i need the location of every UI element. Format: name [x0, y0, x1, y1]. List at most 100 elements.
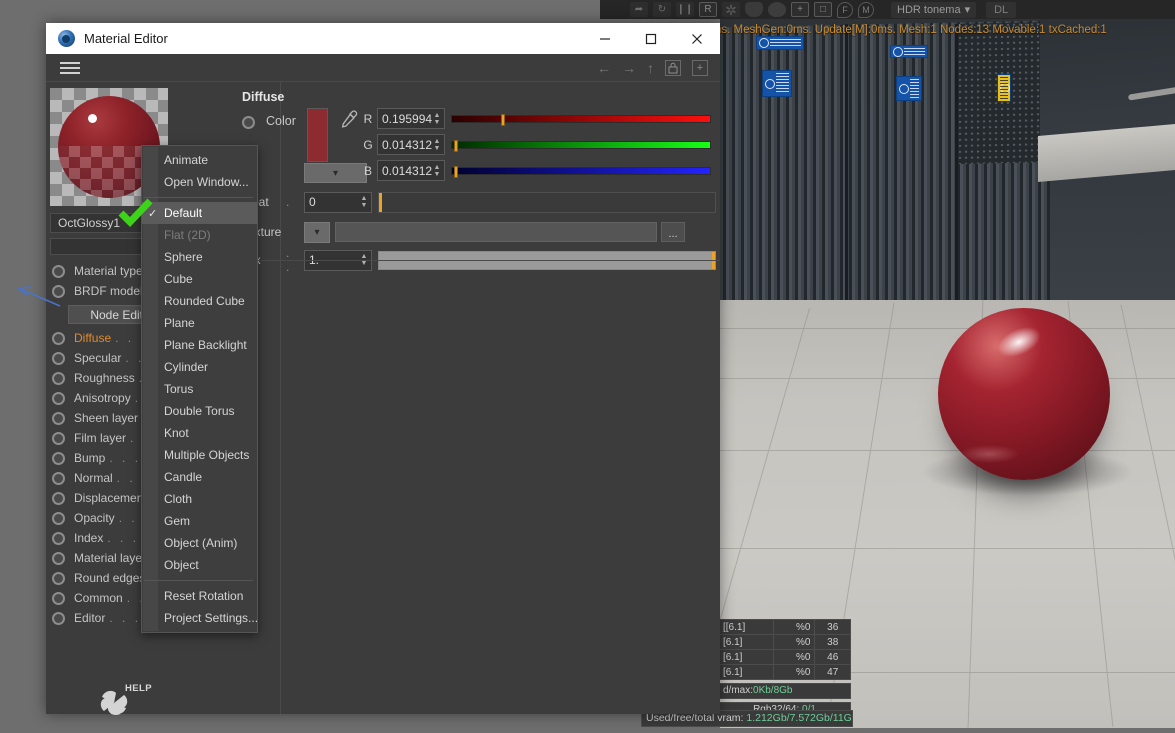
- menu-separator-2: [144, 580, 253, 581]
- menu-item-gem[interactable]: Gem: [142, 510, 257, 532]
- back-arrow-icon[interactable]: ←: [597, 61, 611, 75]
- lock-icon[interactable]: [665, 59, 681, 76]
- spinner-icon[interactable]: ▲ ▼: [432, 162, 442, 179]
- channel-slider-r[interactable]: [451, 113, 711, 126]
- texture-browse-button[interactable]: ...: [661, 222, 685, 242]
- color-label: Color: [266, 114, 296, 128]
- radio-icon[interactable]: [52, 264, 65, 278]
- radio-icon[interactable]: [52, 391, 65, 405]
- spinner-icon[interactable]: ▲ ▼: [432, 110, 442, 127]
- menu-item-animate[interactable]: Animate: [142, 149, 257, 171]
- add-object-icon[interactable]: +: [791, 2, 809, 17]
- menu-item-open-window[interactable]: Open Window...: [142, 171, 257, 193]
- maximize-button[interactable]: [628, 23, 674, 54]
- menu-item-knot[interactable]: Knot: [142, 422, 257, 444]
- refresh-icon[interactable]: ↻: [653, 2, 671, 17]
- sidebar-item-label: Displacement: [74, 491, 147, 505]
- viewport-toolbar[interactable]: ➦ ↻ ❙❙ R ✲ + □ F M HDR tonema ▾ DL: [600, 0, 1175, 19]
- menu-item-candle[interactable]: Candle: [142, 466, 257, 488]
- color-swatch[interactable]: [307, 108, 328, 162]
- forward-arrow-icon[interactable]: →: [622, 61, 636, 75]
- menu-item-double-torus[interactable]: Double Torus: [142, 400, 257, 422]
- stats-cell-num: 47: [814, 664, 851, 680]
- minimize-button[interactable]: [582, 23, 628, 54]
- channel-slider-g[interactable]: [451, 139, 711, 152]
- preview-context-menu[interactable]: Animate Open Window... ✓ Default Flat (2…: [141, 145, 258, 633]
- editor-toolbar[interactable]: ← → ↑ +: [46, 54, 720, 82]
- menu-item-object[interactable]: Object: [142, 554, 257, 576]
- menu-item-reset-rotation[interactable]: Reset Rotation: [142, 585, 257, 607]
- object-icon[interactable]: □: [814, 2, 832, 17]
- float-input[interactable]: 0 ▲ ▼: [304, 191, 372, 213]
- radio-icon[interactable]: [52, 451, 65, 465]
- color-mode-dropdown[interactable]: ▾: [304, 163, 367, 183]
- slider-knob[interactable]: [379, 192, 382, 212]
- radio-icon[interactable]: [52, 411, 65, 425]
- radio-icon[interactable]: [52, 551, 65, 565]
- menu-item-cloth[interactable]: Cloth: [142, 488, 257, 510]
- stats-cell-name: [6.1]: [717, 634, 775, 650]
- menu-item-cylinder[interactable]: Cylinder: [142, 356, 257, 378]
- float-slider[interactable]: [378, 191, 716, 213]
- material-preview-icon[interactable]: [768, 2, 786, 17]
- chevron-down-icon: ▾: [332, 167, 339, 179]
- radio-icon[interactable]: [52, 331, 65, 345]
- editor-toolbar-right[interactable]: ← → ↑ +: [597, 59, 712, 76]
- sign-text-lines: [776, 73, 789, 94]
- menu-item-multiple-objects[interactable]: Multiple Objects: [142, 444, 257, 466]
- spinner-icon[interactable]: ▲ ▼: [359, 194, 369, 211]
- sign-text-lines: [910, 79, 919, 98]
- viewport-red-sphere[interactable]: [938, 308, 1110, 480]
- slider-knob[interactable]: [501, 113, 505, 126]
- menu-item-object-anim[interactable]: Object (Anim): [142, 532, 257, 554]
- slider-knob[interactable]: [454, 139, 458, 152]
- radio-icon[interactable]: [52, 511, 65, 525]
- radio-icon[interactable]: [52, 571, 65, 585]
- window-controls[interactable]: [582, 23, 720, 54]
- help-button[interactable]: HELP: [96, 683, 152, 719]
- up-arrow-icon[interactable]: ↑: [647, 61, 654, 75]
- radio-icon[interactable]: [52, 371, 65, 385]
- texture-field[interactable]: [335, 222, 657, 242]
- radio-icon-color[interactable]: [242, 116, 255, 129]
- stats-memory-row: d/max:0Kb/8Gb: [718, 683, 851, 699]
- menu-item-project-settings[interactable]: Project Settings...: [142, 607, 258, 629]
- channel-input-b[interactable]: 0.014312 ▲ ▼: [377, 160, 445, 181]
- menu-item-sphere[interactable]: Sphere: [142, 246, 257, 268]
- menu-item-default[interactable]: ✓ Default: [142, 202, 257, 224]
- slider-knob[interactable]: [454, 165, 458, 178]
- channel-slider-b[interactable]: [451, 165, 711, 178]
- menu-item-plane[interactable]: Plane: [142, 312, 257, 334]
- spinner-icon[interactable]: ▲ ▼: [432, 136, 442, 153]
- environment-icon[interactable]: [745, 2, 763, 17]
- camera-icon[interactable]: ➦: [630, 2, 648, 17]
- tonemap-dropdown[interactable]: HDR tonema ▾: [891, 1, 977, 18]
- window-titlebar[interactable]: Material Editor: [46, 23, 720, 54]
- material-pin-icon[interactable]: M: [858, 1, 874, 18]
- channel-input-g[interactable]: 0.014312 ▲ ▼: [377, 134, 445, 155]
- region-render-icon[interactable]: R: [699, 2, 717, 17]
- menu-item-plane-backlight[interactable]: Plane Backlight: [142, 334, 257, 356]
- radio-icon[interactable]: [52, 491, 65, 505]
- radio-icon[interactable]: [52, 531, 65, 545]
- focus-pin-icon[interactable]: F: [837, 1, 853, 18]
- radio-icon[interactable]: [52, 351, 65, 365]
- menu-item-cube[interactable]: Cube: [142, 268, 257, 290]
- channel-input-r[interactable]: 0.195994 ▲ ▼: [377, 108, 445, 129]
- viewport-sign-5: [997, 74, 1011, 102]
- radio-icon[interactable]: [52, 471, 65, 485]
- radio-icon[interactable]: [52, 284, 65, 298]
- radio-icon[interactable]: [52, 611, 65, 625]
- radio-icon[interactable]: [52, 431, 65, 445]
- radio-icon[interactable]: [52, 591, 65, 605]
- close-button[interactable]: [674, 23, 720, 54]
- sun-icon[interactable]: ✲: [722, 2, 740, 17]
- texture-type-dropdown[interactable]: ▾: [304, 221, 330, 243]
- menu-item-rounded-cube[interactable]: Rounded Cube: [142, 290, 257, 312]
- eyedropper-icon[interactable]: [338, 109, 358, 131]
- dl-button[interactable]: DL: [986, 1, 1017, 18]
- hamburger-menu-icon[interactable]: [60, 61, 80, 74]
- add-icon[interactable]: +: [692, 59, 708, 76]
- pause-icon[interactable]: ❙❙: [676, 2, 694, 17]
- menu-item-torus[interactable]: Torus: [142, 378, 257, 400]
